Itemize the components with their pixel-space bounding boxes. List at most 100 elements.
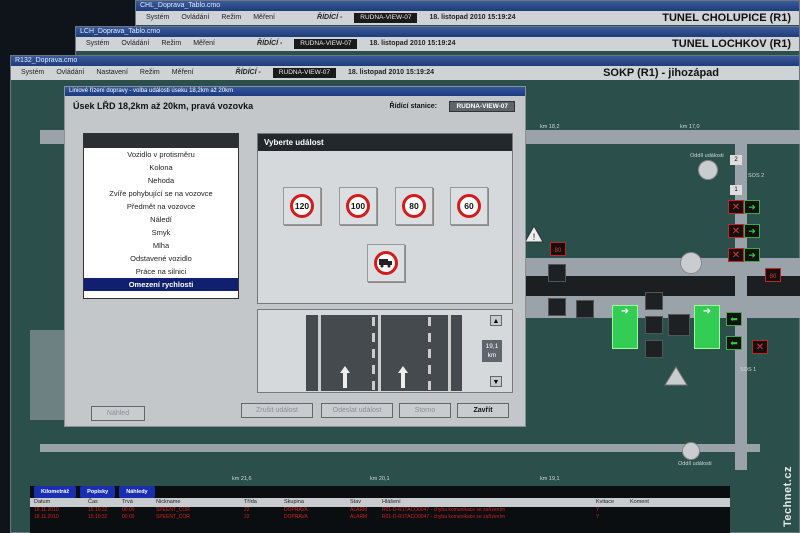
lane-open-signal[interactable]: ⬅ bbox=[726, 336, 742, 350]
menu-nastaveni[interactable]: Nastavení bbox=[96, 66, 128, 80]
lane-dash bbox=[372, 317, 375, 326]
traffic-signal[interactable] bbox=[645, 340, 663, 358]
log-cell: ALARM bbox=[350, 507, 368, 513]
station-value: RUDNA-VIEW-07 bbox=[449, 100, 515, 112]
speed-limit-80-button[interactable]: 80 bbox=[395, 187, 433, 225]
traffic-signal[interactable] bbox=[548, 264, 566, 282]
menu-system[interactable]: Systém bbox=[86, 37, 109, 51]
speed-signal[interactable]: 80 bbox=[550, 242, 566, 256]
lane-open-signal[interactable]: ➜ bbox=[744, 224, 760, 238]
window-title: TUNEL CHOLUPICE (R1) bbox=[662, 12, 791, 24]
menu-mereni[interactable]: Měření bbox=[193, 37, 215, 51]
log-row[interactable]: 18.11.2010 15:10:32 00:09 SPEENT_COR 22 DOPRA… bbox=[30, 507, 730, 514]
bottom-tabs: Kilometráž Popisky Náhledy bbox=[30, 486, 730, 498]
scroll-up-button[interactable]: ▲ bbox=[490, 315, 502, 326]
col-koment: Koment bbox=[630, 499, 649, 505]
truck-no-overtaking-button[interactable] bbox=[367, 244, 405, 282]
preview-button[interactable]: Náhled bbox=[91, 406, 145, 421]
traffic-signal[interactable] bbox=[645, 292, 663, 310]
col-nickname: Nickname bbox=[156, 499, 181, 505]
dialog-header: Úsek LŘD 18,2km až 20km, pravá vozovka Ř… bbox=[65, 96, 525, 116]
event-list-item[interactable]: Náledí bbox=[84, 213, 238, 226]
tab-popisky[interactable]: Popisky bbox=[80, 486, 116, 498]
menu-system[interactable]: Systém bbox=[146, 11, 169, 25]
event-panel: Vyberte událost 120 100 80 60 bbox=[257, 133, 513, 304]
event-list-item[interactable]: Vozidlo v protisměru bbox=[84, 148, 238, 161]
scroll-down-button[interactable]: ▼ bbox=[490, 376, 502, 387]
event-list-item[interactable]: Smyk bbox=[84, 226, 238, 239]
log-cell: SPEENT_COR bbox=[156, 514, 190, 520]
road-bottom bbox=[40, 444, 760, 452]
lane-closed-signal[interactable]: ✕ bbox=[752, 340, 768, 354]
menu-ovladani[interactable]: Ovládání bbox=[121, 37, 149, 51]
cancel-event-button[interactable]: Zrušit událost bbox=[241, 403, 313, 418]
menu-rezim[interactable]: Režim bbox=[161, 37, 181, 51]
event-list[interactable]: Vozidlo v protisměru Kolona Nehoda Zvíře po… bbox=[83, 133, 239, 299]
event-list-item[interactable]: Nehoda bbox=[84, 174, 238, 187]
lane-closed-signal[interactable]: ✕ bbox=[728, 248, 744, 262]
storno-button[interactable]: Storno bbox=[399, 403, 451, 418]
event-list-item[interactable]: Mlha bbox=[84, 239, 238, 252]
lane-edge-line bbox=[318, 315, 321, 391]
speed-limit-label: 120 bbox=[290, 194, 314, 218]
event-list-item[interactable]: Omezení rychlosti bbox=[84, 278, 238, 291]
lane-divider bbox=[372, 315, 375, 391]
truck-icon bbox=[379, 259, 392, 268]
send-event-button[interactable]: Odeslat událost bbox=[321, 403, 393, 418]
log-row[interactable]: 18.11.2010 15:10:32 00:09 SPEENT_COR 22 DOPRA… bbox=[30, 514, 730, 521]
log-cell: 18.11.2010 bbox=[34, 507, 59, 513]
speed-limit-100-button[interactable]: 100 bbox=[339, 187, 377, 225]
log-cell: 22 bbox=[244, 514, 250, 520]
event-list-item[interactable]: Práce na silnici bbox=[84, 265, 238, 278]
speed-limit-120-button[interactable]: 120 bbox=[283, 187, 321, 225]
status-indicator[interactable] bbox=[682, 442, 700, 460]
event-list-item[interactable]: Kolona bbox=[84, 161, 238, 174]
traffic-signal[interactable] bbox=[548, 298, 566, 316]
lane-dash bbox=[428, 333, 431, 342]
traffic-signal[interactable] bbox=[576, 300, 594, 318]
col-stav: Stav bbox=[350, 499, 362, 505]
log-header: Datum Čas Trvá Nickname Třída Skupina St… bbox=[30, 498, 730, 507]
log-cell: 00:09 bbox=[122, 507, 135, 513]
menubar: Systém Ovládání Nastavení Režim Měření Ř… bbox=[11, 66, 799, 80]
lane-open-signal[interactable]: ➜ bbox=[744, 200, 760, 214]
event-list-item[interactable]: Předmět na vozovce bbox=[84, 200, 238, 213]
status-indicator[interactable] bbox=[680, 252, 702, 274]
lane-closed-signal[interactable]: ✕ bbox=[728, 200, 744, 214]
menu-system[interactable]: Systém bbox=[21, 66, 44, 80]
lane-open-signal[interactable]: ➜ bbox=[744, 248, 760, 262]
close-button[interactable]: Zavřít bbox=[457, 403, 509, 418]
traffic-signal[interactable] bbox=[645, 316, 663, 334]
event-list-item[interactable]: Zvíře pohybující se na vozovce bbox=[84, 187, 238, 200]
datetime: 18. listopad 2010 15:19:24 bbox=[429, 14, 516, 21]
menu-mereni[interactable]: Měření bbox=[172, 66, 194, 80]
tab-kilometraz[interactable]: Kilometráž bbox=[34, 486, 77, 498]
status-indicator[interactable] bbox=[698, 160, 718, 180]
window-title: SOKP (R1) - jihozápad bbox=[603, 67, 719, 79]
speed-signal[interactable]: 80 bbox=[765, 268, 781, 282]
speed-limit-60-button[interactable]: 60 bbox=[450, 187, 488, 225]
menu-rezim[interactable]: Režim bbox=[221, 11, 241, 25]
menu-mereni[interactable]: Měření bbox=[253, 11, 275, 25]
log-cell: 18.11.2010 bbox=[34, 514, 59, 520]
station-value: RUDNA-VIEW-07 bbox=[354, 13, 418, 23]
col-kvitace: Kvitace bbox=[596, 499, 615, 505]
menu-rezim[interactable]: Režim bbox=[140, 66, 160, 80]
log-cell bbox=[626, 507, 670, 514]
log-rows: 18.11.2010 15:10:32 00:09 SPEENT_COR 22 DOPRA… bbox=[30, 507, 730, 521]
event-log: Kilometráž Popisky Náhledy Datum Čas Trv… bbox=[30, 486, 730, 533]
menu-ovladani[interactable]: Ovládání bbox=[56, 66, 84, 80]
event-list-item[interactable]: Odstavené vozidlo bbox=[84, 252, 238, 265]
lane-closed-signal[interactable]: ✕ bbox=[728, 224, 744, 238]
event-dialog: Liniové řízení dopravy - volba události … bbox=[64, 86, 526, 427]
menu-ovladani[interactable]: Ovládání bbox=[181, 11, 209, 25]
col-cas: Čas bbox=[88, 499, 98, 505]
lane-view-panel: ▲ 19,1 km ▼ bbox=[257, 309, 513, 393]
lane-open-signal[interactable]: ⬅ bbox=[726, 312, 742, 326]
tab-nahledy[interactable]: Náhledy bbox=[119, 486, 155, 498]
counter-box: 1 bbox=[730, 185, 742, 195]
traffic-signal[interactable] bbox=[668, 314, 690, 336]
green-arrow-signal[interactable]: ➜ bbox=[612, 305, 638, 349]
green-arrow-signal[interactable]: ➜ bbox=[694, 305, 720, 349]
lane-dash bbox=[372, 381, 375, 390]
